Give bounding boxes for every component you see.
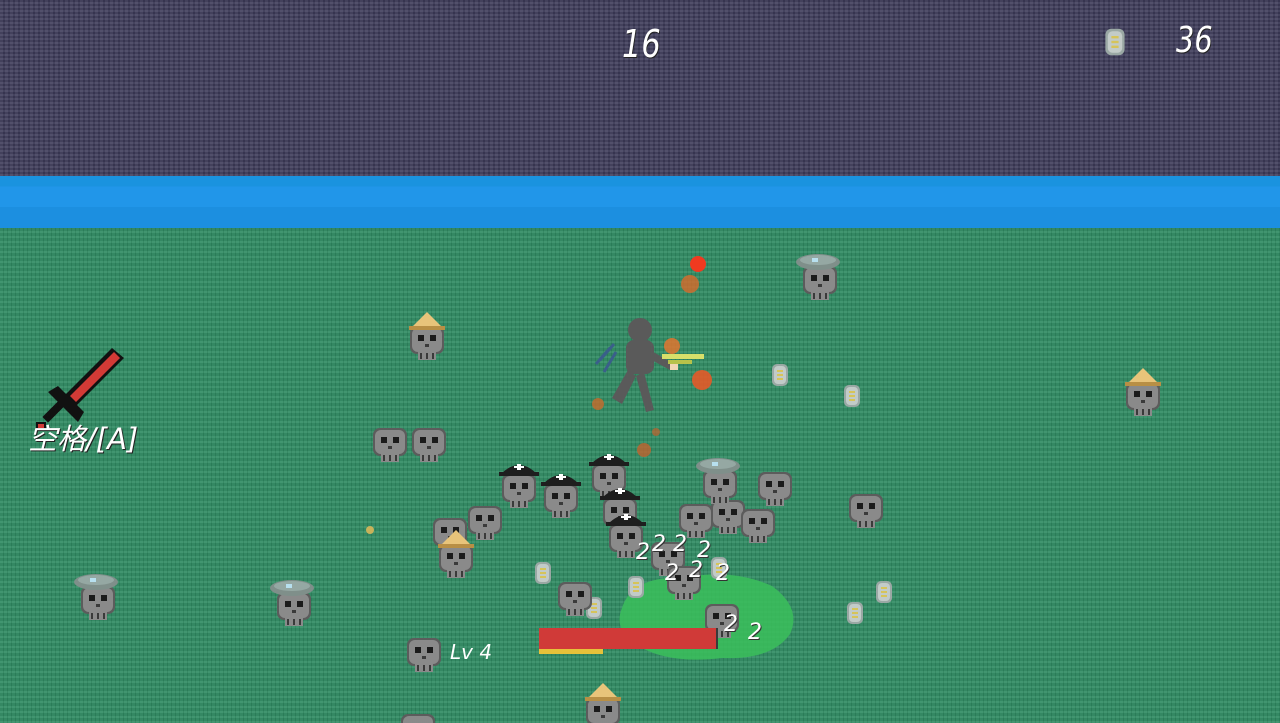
skull-beret-enemy: [796, 254, 840, 300]
skull-enemy: [373, 428, 407, 462]
coin-pickup: [847, 602, 863, 624]
skull-pirate-enemy: [499, 464, 539, 508]
player-level-label: Lv 4: [450, 640, 493, 664]
damage-number: 2: [689, 558, 703, 583]
fire-projectiles: [592, 256, 712, 457]
skull-enemy: [741, 509, 775, 543]
skull-enemy: [758, 472, 792, 506]
damage-number: 2: [652, 532, 666, 557]
skull-straw-hat-enemy: [585, 683, 621, 723]
coin-pickup: [876, 581, 892, 603]
damage-number: 2: [748, 620, 762, 645]
survival-timer: 16: [622, 22, 661, 66]
health-bar: [539, 628, 718, 649]
coin-counter: 36: [1176, 20, 1213, 61]
skull-pirate-enemy: [541, 474, 581, 518]
game-stage[interactable]: 16 36 空格/[A] 2 2 2 2 2 2 2 2 2 Lv 4: [0, 0, 1280, 723]
coin-pickup: [535, 562, 551, 584]
xp-bar-fill: [539, 649, 604, 654]
coin-pickup: [772, 364, 788, 386]
xp-gem: [366, 526, 374, 534]
health-bar-fill: [539, 628, 717, 649]
damage-number: 2: [724, 612, 738, 637]
weapon-hotkey-label: 空格/[A]: [28, 422, 139, 456]
damage-number: 2: [636, 540, 650, 565]
coin-pickup: [628, 576, 644, 598]
skull-enemy: [407, 638, 441, 672]
skull-enemy: [558, 582, 592, 616]
skull-beret-enemy: [74, 574, 118, 620]
skull-enemy: [849, 494, 883, 528]
skull-enemy: [401, 714, 435, 723]
damage-number: 2: [673, 532, 687, 557]
skull-straw-hat-enemy: [1125, 368, 1161, 416]
skull-straw-hat-enemy: [409, 312, 445, 360]
coin-pickup: [844, 385, 860, 407]
skull-straw-hat-enemy: [438, 530, 474, 578]
coin-icon: [1105, 28, 1125, 56]
skull-enemy: [412, 428, 446, 462]
damage-number: 2: [716, 561, 730, 586]
xp-bar: [539, 649, 718, 654]
damage-number: 2: [665, 561, 679, 586]
water-strip: [0, 176, 1280, 228]
skull-beret-enemy: [270, 580, 314, 626]
skull-beret-enemy: [696, 458, 740, 504]
